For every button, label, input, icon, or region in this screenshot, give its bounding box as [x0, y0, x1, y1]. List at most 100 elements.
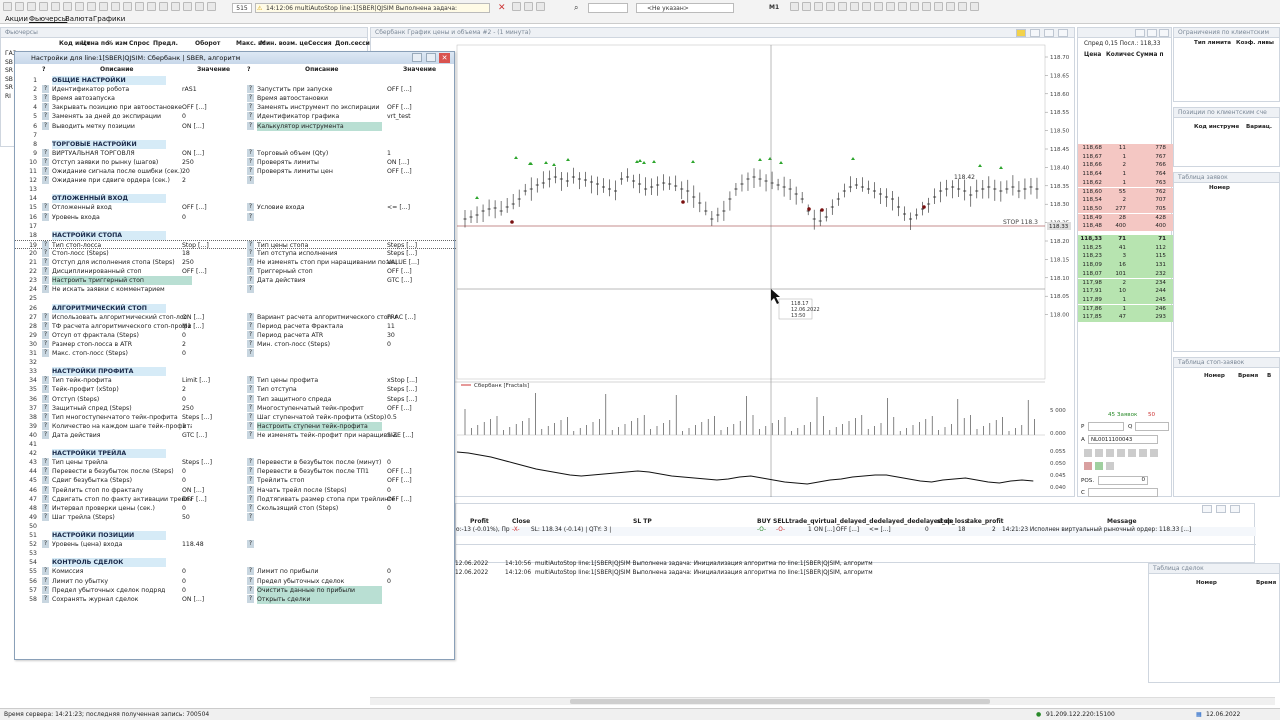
- minimize-button[interactable]: [1135, 29, 1145, 37]
- setting-value[interactable]: 0: [182, 586, 242, 595]
- order-btn[interactable]: [1106, 449, 1114, 457]
- setting-value[interactable]: 0: [182, 112, 242, 121]
- help-icon[interactable]: ?: [42, 276, 49, 285]
- setting-value[interactable]: 1: [182, 422, 242, 431]
- help-icon[interactable]: ?: [247, 403, 254, 412]
- setting-value[interactable]: 250: [182, 258, 242, 267]
- help-icon[interactable]: ?: [42, 212, 49, 221]
- settings-row[interactable]: 6? Выводить метку позиции ON [...]? Калькул…: [15, 121, 456, 131]
- col-time[interactable]: Время: [1256, 580, 1276, 586]
- sell-btn[interactable]: [1084, 462, 1092, 470]
- setting-value[interactable]: 250: [182, 404, 242, 413]
- bid-row[interactable]: 117,91 10 244: [1078, 287, 1173, 296]
- help-icon[interactable]: ?: [42, 467, 49, 476]
- toolbar-btn-29[interactable]: [874, 2, 883, 11]
- toolbar-btn-8[interactable]: [87, 2, 96, 11]
- menu-stocks[interactable]: Акции: [5, 15, 28, 23]
- help-icon[interactable]: ?: [247, 421, 254, 430]
- help-icon[interactable]: ?: [42, 312, 49, 321]
- scale-select[interactable]: <Не указан>: [636, 3, 734, 13]
- setting-value[interactable]: GTC [...]: [182, 431, 242, 440]
- help-icon[interactable]: ?: [42, 403, 49, 412]
- settings-row[interactable]: 57? Предел убыточных сделок подряд 0? Очист…: [15, 585, 456, 595]
- col-min[interactable]: Мин. возм. це: [260, 40, 308, 47]
- settings-row[interactable]: 52? Уровень (цена) входа 118.48?: [15, 540, 456, 549]
- settings-row[interactable]: 35? Тейк-профит (xStop) 2? Тип отступа Steps…: [15, 385, 456, 394]
- maximize-button[interactable]: [1147, 29, 1157, 37]
- ask-row[interactable]: 118,49 28 428: [1078, 213, 1173, 223]
- settings-row[interactable]: 24? Не искать заявки с комментарием?: [15, 285, 456, 294]
- setting-value[interactable]: Steps [...]: [182, 413, 242, 422]
- bid-row[interactable]: 117,86 1 246: [1078, 304, 1173, 314]
- setting-value[interactable]: OFF [...]: [387, 476, 447, 485]
- account-select[interactable]: NL0011100043: [1088, 435, 1158, 444]
- order-btn[interactable]: [1106, 462, 1114, 470]
- help-icon[interactable]: ?: [42, 585, 49, 594]
- order-btn[interactable]: [1095, 449, 1103, 457]
- help-icon[interactable]: ?: [247, 103, 254, 112]
- setting-value[interactable]: SIZE [...]: [387, 431, 447, 440]
- close-cell-button[interactable]: -X-: [512, 527, 520, 533]
- settings-row[interactable]: 20? Стоп-лосс (Steps) 18? Тип отступа испол…: [15, 248, 456, 258]
- setting-value[interactable]: Limit [...]: [182, 376, 242, 385]
- close-button[interactable]: [1230, 505, 1240, 513]
- setting-value[interactable]: GTC [...]: [387, 276, 447, 285]
- order-btn[interactable]: [1139, 449, 1147, 457]
- settings-row[interactable]: 43? Тип цены трейла Steps [...]? Перевести …: [15, 458, 456, 467]
- toolbar-btn-16[interactable]: [183, 2, 192, 11]
- help-icon[interactable]: ?: [247, 94, 254, 103]
- setting-value[interactable]: <= [...]: [387, 203, 447, 212]
- setting-value[interactable]: 0: [182, 467, 242, 476]
- setting-value[interactable]: Steps [...]: [387, 395, 447, 404]
- help-icon[interactable]: ?: [247, 276, 254, 285]
- ob-col-price[interactable]: Цена: [1084, 52, 1101, 58]
- setting-value[interactable]: ON [...]: [182, 313, 242, 322]
- toolbar-btn-17[interactable]: [195, 2, 204, 11]
- help-icon[interactable]: ?: [42, 267, 49, 276]
- settings-row[interactable]: 3? Время автозапуска? Время автоостановки: [15, 94, 456, 103]
- setting-value[interactable]: OFF [...]: [387, 85, 447, 94]
- setting-value[interactable]: 50: [182, 513, 242, 522]
- ask-row[interactable]: 118,68 11 778: [1078, 144, 1173, 153]
- settings-row[interactable]: 4? Закрывать позицию при автоостановке OFF…: [15, 103, 456, 112]
- setting-value[interactable]: 18: [182, 249, 242, 258]
- ask-row[interactable]: 118,66 2 766: [1078, 161, 1173, 170]
- help-icon[interactable]: ?: [42, 458, 49, 467]
- help-icon[interactable]: ?: [247, 567, 254, 576]
- toolbar-btn-26[interactable]: [838, 2, 847, 11]
- help-icon[interactable]: ?: [42, 476, 49, 485]
- settings-row[interactable]: 32: [15, 358, 456, 367]
- setting-value[interactable]: OFF [...]: [387, 167, 447, 176]
- setting-value[interactable]: 11: [387, 322, 447, 331]
- setting-value[interactable]: 2: [182, 176, 242, 185]
- settings-row[interactable]: 37? Защитный спред (Steps) 250? Многоступен…: [15, 403, 456, 413]
- setting-value[interactable]: OFF [...]: [182, 203, 242, 212]
- setting-value[interactable]: 0: [182, 349, 242, 358]
- help-icon[interactable]: ?: [42, 576, 49, 585]
- settings-row[interactable]: 9? ВИРТУАЛЬНАЯ ТОРГОВЛЯ ON [...]? Торговый …: [15, 148, 456, 158]
- toolbar-btn-2[interactable]: [15, 2, 24, 11]
- notice-field[interactable]: ⚠ 14:12:06 multiAutoStop line:1[SBER|QJS…: [255, 3, 490, 13]
- help-icon[interactable]: ?: [42, 103, 49, 112]
- help-icon[interactable]: ?: [247, 167, 254, 175]
- col-time[interactable]: Время: [1238, 373, 1258, 379]
- settings-row[interactable]: 55? Комиссия 0? Лимит по прибыли 0: [15, 567, 456, 576]
- col-bid[interactable]: Спрос: [129, 40, 150, 47]
- help-icon[interactable]: ?: [247, 267, 254, 276]
- toolbar-btn-36[interactable]: [958, 2, 967, 11]
- toolbar-btn-23[interactable]: [802, 2, 811, 11]
- toolbar-btn-25[interactable]: [826, 2, 835, 11]
- help-icon[interactable]: ?: [42, 394, 49, 403]
- help-icon[interactable]: ?: [42, 148, 49, 157]
- setting-value[interactable]: 0: [182, 213, 242, 222]
- col-limit-type[interactable]: Тип лимита: [1194, 40, 1231, 46]
- col-sell[interactable]: SELL: [773, 518, 789, 525]
- col-coef[interactable]: Коэф. ливы: [1236, 40, 1274, 46]
- ob-col-qty[interactable]: Количес: [1106, 52, 1134, 58]
- settings-row[interactable]: 7: [15, 131, 456, 140]
- help-icon[interactable]: ?: [247, 248, 254, 257]
- help-icon[interactable]: ?: [247, 349, 254, 357]
- help-icon[interactable]: ?: [42, 339, 49, 348]
- help-icon[interactable]: ?: [247, 376, 254, 385]
- search-icon[interactable]: ⌕: [574, 3, 578, 13]
